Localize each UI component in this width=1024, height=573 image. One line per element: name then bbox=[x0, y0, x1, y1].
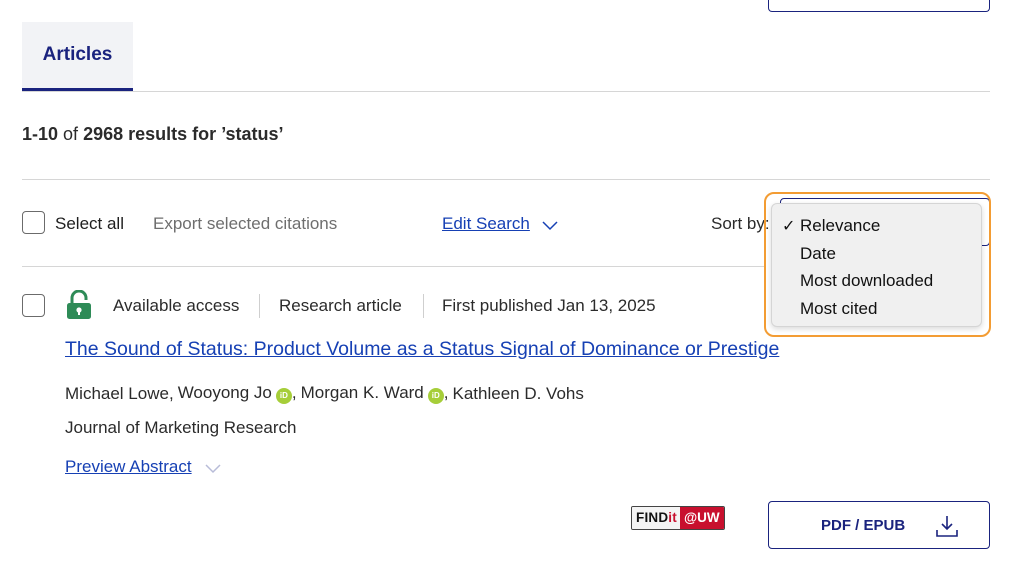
publication-date: First published Jan 13, 2025 bbox=[442, 296, 656, 315]
preview-abstract-toggle[interactable]: Preview Abstract bbox=[65, 457, 222, 477]
pdf-epub-label: PDF / EPUB bbox=[821, 516, 906, 534]
tab-articles-label: Articles bbox=[42, 44, 113, 65]
tab-articles[interactable]: Articles bbox=[22, 22, 133, 91]
sort-option-most-downloaded[interactable]: Most downloaded bbox=[800, 271, 933, 291]
author-name: Michael Lowe bbox=[65, 383, 169, 403]
preview-abstract-label: Preview Abstract bbox=[65, 457, 192, 476]
sort-option-relevance[interactable]: Relevance bbox=[800, 216, 880, 236]
author-separator: , bbox=[291, 383, 297, 402]
pdf-epub-button[interactable]: PDF / EPUB bbox=[768, 501, 990, 549]
author-separator: , bbox=[168, 383, 174, 403]
author-name: Kathleen D. Vohs bbox=[452, 383, 584, 403]
orcid-icon[interactable]: iD bbox=[427, 388, 444, 404]
author-separator: , bbox=[443, 383, 449, 402]
export-citations-button[interactable]: Export selected citations bbox=[153, 214, 337, 234]
journal-name: Journal of Marketing Research bbox=[65, 418, 297, 437]
toolbar-divider bbox=[22, 266, 764, 267]
edit-search-label: Edit Search bbox=[442, 214, 530, 233]
orcid-icon[interactable]: iD bbox=[275, 388, 292, 404]
results-suffix: results for bbox=[128, 124, 217, 144]
results-divider bbox=[22, 179, 990, 180]
findit-label: FINDit bbox=[632, 507, 680, 529]
edit-search-button[interactable]: Edit Search bbox=[442, 214, 559, 234]
findit-text: FIND bbox=[636, 510, 669, 525]
select-all-checkbox[interactable] bbox=[22, 211, 45, 234]
results-of: of bbox=[63, 124, 79, 144]
results-summary: 1-10 of 2968 results for ’status’ bbox=[22, 124, 284, 145]
meta-separator bbox=[259, 294, 260, 318]
results-count: 2968 bbox=[83, 124, 124, 144]
selected-check-icon: ✓ bbox=[782, 218, 796, 235]
results-range: 1-10 bbox=[22, 124, 59, 144]
author-link[interactable]: Morgan K. Ward iD, bbox=[301, 383, 449, 404]
author-link[interactable]: Wooyong Jo iD, bbox=[178, 383, 297, 404]
chevron-down-icon bbox=[205, 463, 221, 473]
article-title-link[interactable]: The Sound of Status: Product Volume as a… bbox=[65, 338, 779, 361]
top-partial-button[interactable] bbox=[768, 0, 990, 12]
access-status: Available access bbox=[113, 296, 240, 315]
author-name: Morgan K. Ward bbox=[300, 383, 424, 402]
results-query: ’status’ bbox=[221, 124, 284, 144]
author-link[interactable]: Kathleen D. Vohs bbox=[453, 384, 584, 404]
findit-it-text: it bbox=[668, 510, 677, 525]
article-type: Research article bbox=[279, 296, 402, 315]
author-list: Michael Lowe, Wooyong Jo iD, Morgan K. Wa… bbox=[65, 383, 584, 404]
article-checkbox[interactable] bbox=[22, 294, 45, 317]
sort-option-most-cited[interactable]: Most cited bbox=[800, 299, 877, 319]
sort-dropdown-menu: ✓ Relevance Date Most downloaded Most ci… bbox=[771, 203, 982, 327]
lock-open-icon bbox=[67, 290, 91, 319]
download-icon bbox=[936, 516, 958, 537]
findit-uw-link[interactable]: FINDit @UW bbox=[631, 506, 725, 530]
chevron-down-icon bbox=[542, 220, 558, 230]
tab-divider bbox=[22, 91, 990, 92]
meta-separator bbox=[423, 294, 424, 318]
author-name: Wooyong Jo bbox=[177, 383, 272, 402]
select-all-label[interactable]: Select all bbox=[55, 214, 124, 234]
author-link[interactable]: Michael Lowe, bbox=[65, 384, 174, 404]
sort-by-label: Sort by: bbox=[711, 214, 770, 233]
sort-option-date[interactable]: Date bbox=[800, 244, 836, 264]
findit-uw-text: @UW bbox=[679, 507, 724, 529]
